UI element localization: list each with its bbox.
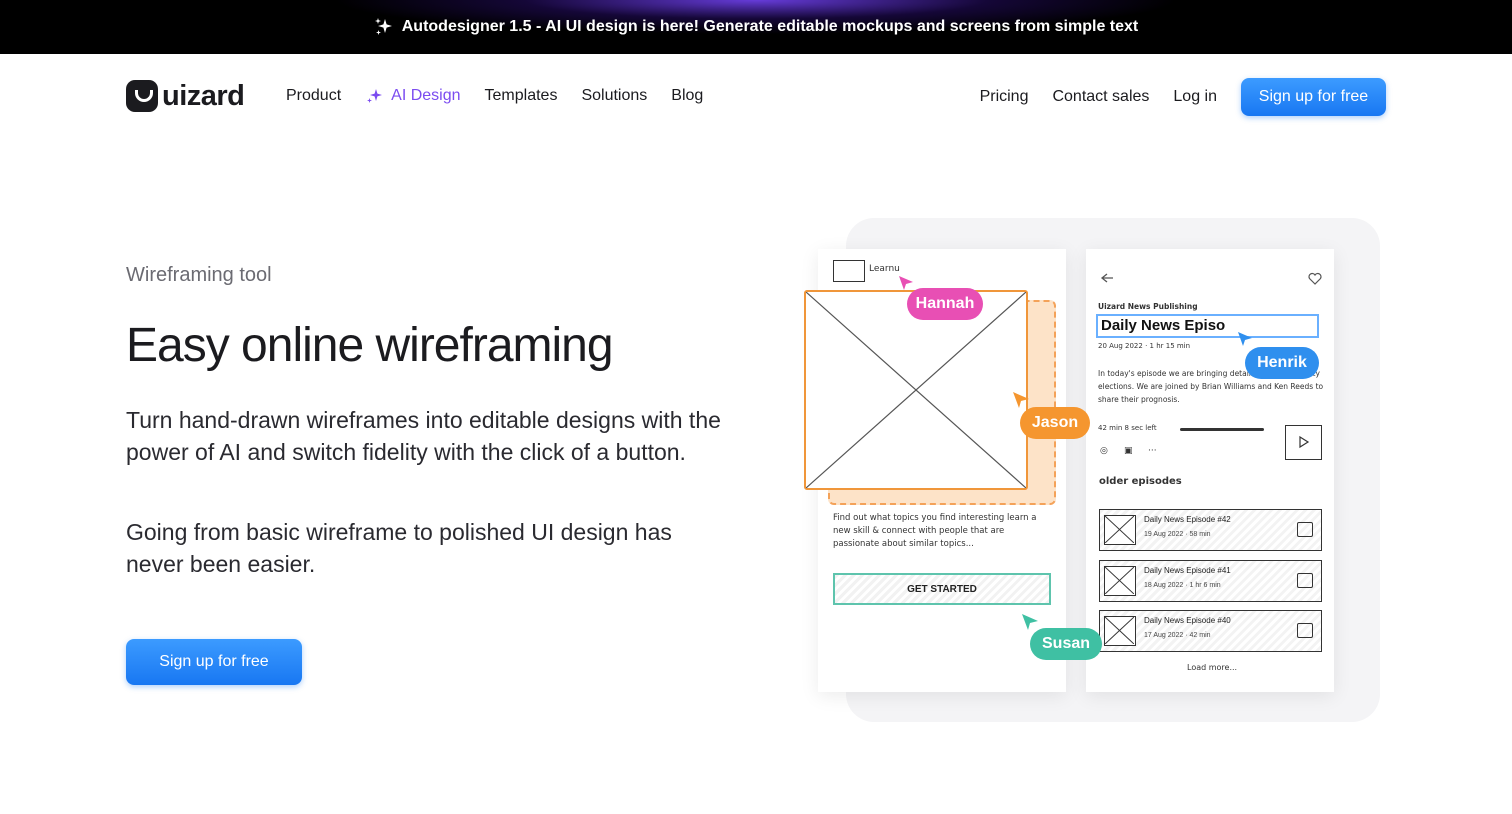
hannah-cursor-icon: [899, 276, 913, 290]
older-episodes-heading: older episodes: [1099, 476, 1182, 487]
episode-title: Daily News Episode #40: [1144, 616, 1231, 625]
collaborator-tag-henrik: Henrik: [1245, 347, 1319, 379]
nav-login[interactable]: Log in: [1173, 88, 1217, 106]
nav-signup-button[interactable]: Sign up for free: [1241, 78, 1386, 116]
episode-thumbnail: [1104, 616, 1136, 646]
henrik-cursor-icon: [1238, 332, 1252, 346]
uizard-logo[interactable]: uizard: [126, 79, 245, 112]
top-nav: uizard Product AI Design Templates Solut…: [0, 54, 1512, 140]
image-placeholder[interactable]: [804, 290, 1028, 490]
play-button[interactable]: [1285, 425, 1322, 460]
thumbnail-cross-icon: [1104, 566, 1135, 595]
hero-headline: Easy online wireframing: [126, 319, 614, 372]
episode-play-icon[interactable]: [1297, 522, 1313, 537]
download-icon[interactable]: ▣: [1124, 446, 1133, 456]
publisher-label: Uizard News Publishing: [1098, 302, 1198, 311]
back-arrow-icon: [1100, 273, 1113, 283]
play-icon: [1299, 435, 1310, 449]
nav-solutions[interactable]: Solutions: [581, 87, 647, 105]
episode-thumbnail: [1104, 515, 1136, 545]
ai-sparkles-icon: [367, 89, 383, 103]
nav-product[interactable]: Product: [286, 87, 341, 105]
get-started-sketch-button[interactable]: GET STARTED: [833, 573, 1051, 605]
time-left-label: 42 min 8 sec left: [1098, 424, 1157, 432]
app-logo-label: Learnu: [869, 264, 900, 274]
collaborator-tag-hannah: Hannah: [907, 288, 983, 320]
episode-meta: 17 Aug 2022 · 42 min: [1144, 632, 1211, 639]
secondary-nav: Pricing Contact sales Log in Sign up for…: [980, 78, 1386, 116]
nav-pricing[interactable]: Pricing: [980, 88, 1029, 106]
episode-meta: 19 Aug 2022 · 58 min: [1144, 531, 1211, 538]
primary-nav: Product AI Design Templates Solutions Bl…: [286, 86, 703, 106]
hero-signup-button[interactable]: Sign up for free: [126, 639, 302, 685]
nav-templates[interactable]: Templates: [485, 87, 558, 105]
episode-meta: 18 Aug 2022 · 1 hr 6 min: [1144, 582, 1221, 589]
nav-ai-design-label: AI Design: [391, 87, 461, 104]
image-placeholder-cross-icon: [806, 292, 1026, 488]
nav-blog[interactable]: Blog: [671, 87, 703, 105]
sparkles-icon: [374, 18, 392, 35]
episode-title: Daily News Episode #41: [1144, 566, 1231, 575]
hero-paragraph-2: Going from basic wireframe to polished U…: [126, 519, 672, 577]
load-more-link[interactable]: Load more...: [1187, 663, 1237, 672]
heart-icon: [1308, 272, 1322, 285]
logo-text: uizard: [162, 79, 245, 112]
episode-row[interactable]: Daily News Episode #42 19 Aug 2022 · 58 …: [1099, 509, 1322, 551]
more-icon[interactable]: ···: [1148, 446, 1157, 456]
episode-row[interactable]: Daily News Episode #40 17 Aug 2022 · 42 …: [1099, 610, 1322, 652]
collaborator-tag-jason: Jason: [1020, 407, 1090, 439]
share-icon[interactable]: ◎: [1100, 446, 1108, 456]
nav-contact-sales[interactable]: Contact sales: [1052, 88, 1149, 106]
announcement-text: Autodesigner 1.5 - AI UI design is here!…: [401, 18, 1139, 35]
jason-cursor-icon: [1013, 392, 1029, 408]
left-screen-body-text: Find out what topics you find interestin…: [833, 513, 1037, 549]
thumbnail-cross-icon: [1104, 515, 1135, 544]
episode-row[interactable]: Daily News Episode #41 18 Aug 2022 · 1 h…: [1099, 560, 1322, 602]
episode-title: Daily News Episode #42: [1144, 515, 1231, 524]
thumbnail-cross-icon: [1104, 616, 1135, 645]
announcement-bar[interactable]: Autodesigner 1.5 - AI UI design is here!…: [0, 0, 1512, 54]
episode-title-input[interactable]: Daily News Episo: [1096, 314, 1319, 338]
episode-play-icon[interactable]: [1297, 573, 1313, 588]
episode-thumbnail: [1104, 566, 1136, 596]
nav-ai-design[interactable]: AI Design: [365, 86, 461, 106]
episode-play-icon[interactable]: [1297, 623, 1313, 638]
susan-cursor-icon: [1022, 614, 1038, 630]
app-logo-sketch-icon: [833, 260, 865, 282]
hero-paragraph-1: Turn hand-drawn wireframes into editable…: [126, 407, 721, 465]
progress-bar[interactable]: [1180, 428, 1264, 431]
collaborator-tag-susan: Susan: [1030, 628, 1102, 660]
logo-mark-icon: [126, 80, 158, 112]
hero-eyebrow: Wireframing tool: [126, 264, 272, 286]
episode-date-meta: 20 Aug 2022 · 1 hr 15 min: [1098, 342, 1191, 350]
